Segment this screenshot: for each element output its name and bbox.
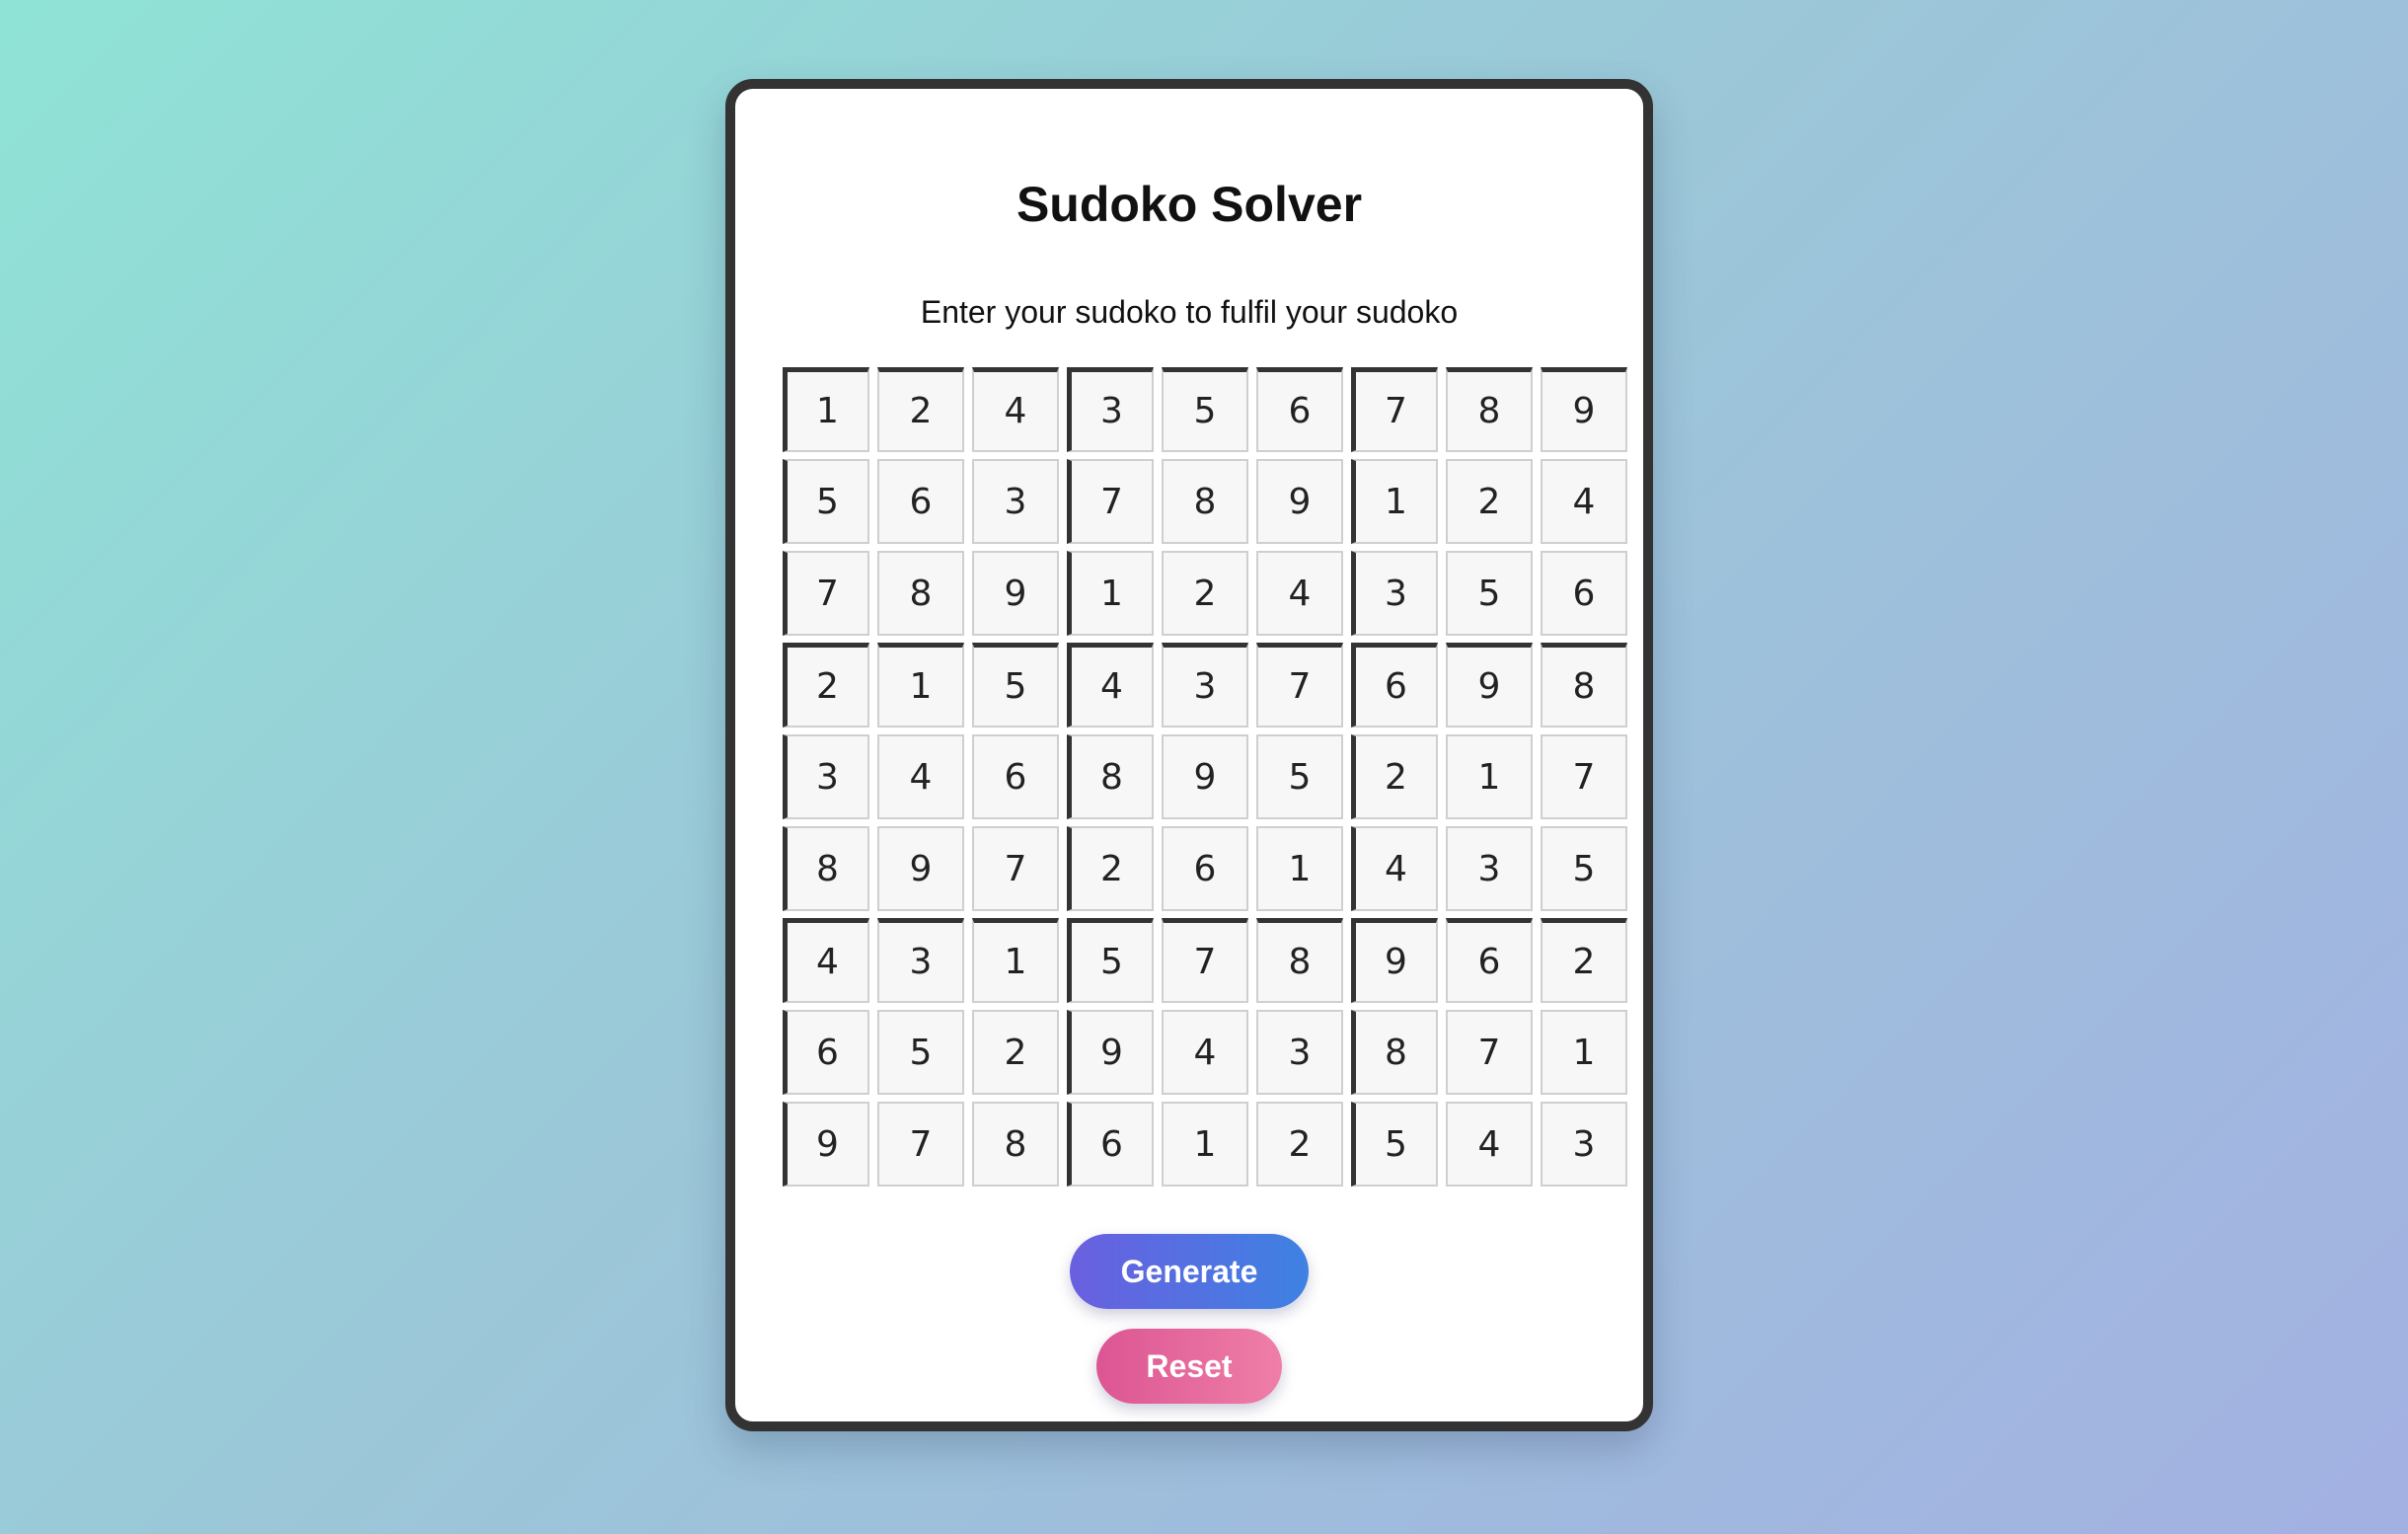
sudoku-cell[interactable]: 2 — [783, 643, 869, 728]
sudoku-cell[interactable]: 2 — [1256, 1102, 1343, 1187]
sudoku-cell[interactable]: 9 — [877, 826, 964, 911]
sudoku-cell[interactable]: 7 — [1162, 918, 1248, 1003]
sudoku-cell[interactable]: 3 — [1351, 551, 1438, 636]
sudoku-cell[interactable]: 4 — [1162, 1010, 1248, 1095]
sudoku-cell[interactable]: 5 — [877, 1010, 964, 1095]
sudoku-cell[interactable]: 5 — [1351, 1102, 1438, 1187]
sudoku-cell[interactable]: 9 — [1446, 643, 1533, 728]
sudoku-cell[interactable]: 6 — [1162, 826, 1248, 911]
sudoku-cell[interactable]: 6 — [1067, 1102, 1154, 1187]
sudoku-cell[interactable]: 3 — [783, 734, 869, 819]
sudoku-cell[interactable]: 7 — [877, 1102, 964, 1187]
sudoku-cell[interactable]: 1 — [1162, 1102, 1248, 1187]
sudoku-cell[interactable]: 4 — [783, 918, 869, 1003]
instruction-text: Enter your sudoko to fulfil your sudoko — [920, 294, 1459, 330]
sudoku-cell[interactable]: 7 — [783, 551, 869, 636]
sudoku-cell[interactable]: 2 — [1351, 734, 1438, 819]
sudoku-cell[interactable]: 1 — [877, 643, 964, 728]
sudoku-cell[interactable]: 6 — [1446, 918, 1533, 1003]
sudoku-cell[interactable]: 4 — [877, 734, 964, 819]
sudoku-cell[interactable]: 9 — [1256, 459, 1343, 544]
sudoku-cell[interactable]: 1 — [1256, 826, 1343, 911]
sudoku-cell[interactable]: 4 — [1446, 1102, 1533, 1187]
sudoku-cell[interactable]: 7 — [1446, 1010, 1533, 1095]
sudoku-cell[interactable]: 9 — [1351, 918, 1438, 1003]
sudoku-cell[interactable]: 5 — [1067, 918, 1154, 1003]
sudoku-cell[interactable]: 2 — [1541, 918, 1627, 1003]
sudoku-cell[interactable]: 5 — [783, 459, 869, 544]
sudoku-cell[interactable]: 7 — [1256, 643, 1343, 728]
sudoku-cell[interactable]: 5 — [1541, 826, 1627, 911]
sudoku-cell[interactable]: 4 — [972, 367, 1059, 452]
sudoku-cell[interactable]: 8 — [783, 826, 869, 911]
sudoku-cell[interactable]: 2 — [972, 1010, 1059, 1095]
sudoku-cell[interactable]: 9 — [1067, 1010, 1154, 1095]
sudoku-cell[interactable]: 8 — [877, 551, 964, 636]
sudoku-cell[interactable]: 8 — [972, 1102, 1059, 1187]
sudoku-cell[interactable]: 1 — [972, 918, 1059, 1003]
sudoku-cell[interactable]: 5 — [1256, 734, 1343, 819]
sudoku-cell[interactable]: 1 — [1351, 459, 1438, 544]
sudoku-cell[interactable]: 9 — [783, 1102, 869, 1187]
reset-button[interactable]: Reset — [1096, 1329, 1282, 1404]
sudoku-cell[interactable]: 3 — [1541, 1102, 1627, 1187]
sudoku-cell[interactable]: 8 — [1446, 367, 1533, 452]
sudoku-cell[interactable]: 2 — [877, 367, 964, 452]
sudoku-cell[interactable]: 5 — [1162, 367, 1248, 452]
sudoku-cell[interactable]: 6 — [1541, 551, 1627, 636]
sudoku-cell[interactable]: 5 — [1446, 551, 1533, 636]
generate-button[interactable]: Generate — [1070, 1234, 1309, 1309]
sudoku-cell[interactable]: 3 — [972, 459, 1059, 544]
sudoku-card: Sudoko Solver Enter your sudoko to fulfi… — [725, 79, 1653, 1431]
sudoku-cell[interactable]: 3 — [1256, 1010, 1343, 1095]
sudoku-cell[interactable]: 6 — [1351, 643, 1438, 728]
sudoku-cell[interactable]: 6 — [783, 1010, 869, 1095]
sudoku-cell[interactable]: 4 — [1067, 643, 1154, 728]
sudoku-cell[interactable]: 2 — [1067, 826, 1154, 911]
sudoku-cell[interactable]: 8 — [1067, 734, 1154, 819]
sudoku-cell[interactable]: 7 — [1351, 367, 1438, 452]
sudoku-cell[interactable]: 4 — [1351, 826, 1438, 911]
sudoku-cell[interactable]: 8 — [1541, 643, 1627, 728]
sudoku-cell[interactable]: 6 — [877, 459, 964, 544]
sudoku-cell[interactable]: 1 — [1067, 551, 1154, 636]
sudoku-cell[interactable]: 7 — [1067, 459, 1154, 544]
sudoku-cell[interactable]: 6 — [972, 734, 1059, 819]
sudoku-cell[interactable]: 8 — [1351, 1010, 1438, 1095]
sudoku-grid: 1243567895637891247891243562154376983468… — [783, 367, 1631, 1204]
sudoku-cell[interactable]: 1 — [1541, 1010, 1627, 1095]
sudoku-cell[interactable]: 3 — [1067, 367, 1154, 452]
sudoku-cell[interactable]: 8 — [1256, 918, 1343, 1003]
sudoku-cell[interactable]: 4 — [1541, 459, 1627, 544]
sudoku-cell[interactable]: 3 — [1446, 826, 1533, 911]
sudoku-cell[interactable]: 6 — [1256, 367, 1343, 452]
sudoku-cell[interactable]: 3 — [877, 918, 964, 1003]
sudoku-cell[interactable]: 3 — [1162, 643, 1248, 728]
sudoku-cell[interactable]: 9 — [1541, 367, 1627, 452]
sudoku-cell[interactable]: 1 — [1446, 734, 1533, 819]
sudoku-cell[interactable]: 2 — [1446, 459, 1533, 544]
sudoku-cell[interactable]: 1 — [783, 367, 869, 452]
sudoku-cell[interactable]: 4 — [1256, 551, 1343, 636]
sudoku-cell[interactable]: 5 — [972, 643, 1059, 728]
sudoku-cell[interactable]: 7 — [972, 826, 1059, 911]
page-title: Sudoko Solver — [1016, 177, 1363, 232]
sudoku-cell[interactable]: 7 — [1541, 734, 1627, 819]
sudoku-cell[interactable]: 2 — [1162, 551, 1248, 636]
sudoku-cell[interactable]: 9 — [1162, 734, 1248, 819]
sudoku-cell[interactable]: 8 — [1162, 459, 1248, 544]
sudoku-cell[interactable]: 9 — [972, 551, 1059, 636]
